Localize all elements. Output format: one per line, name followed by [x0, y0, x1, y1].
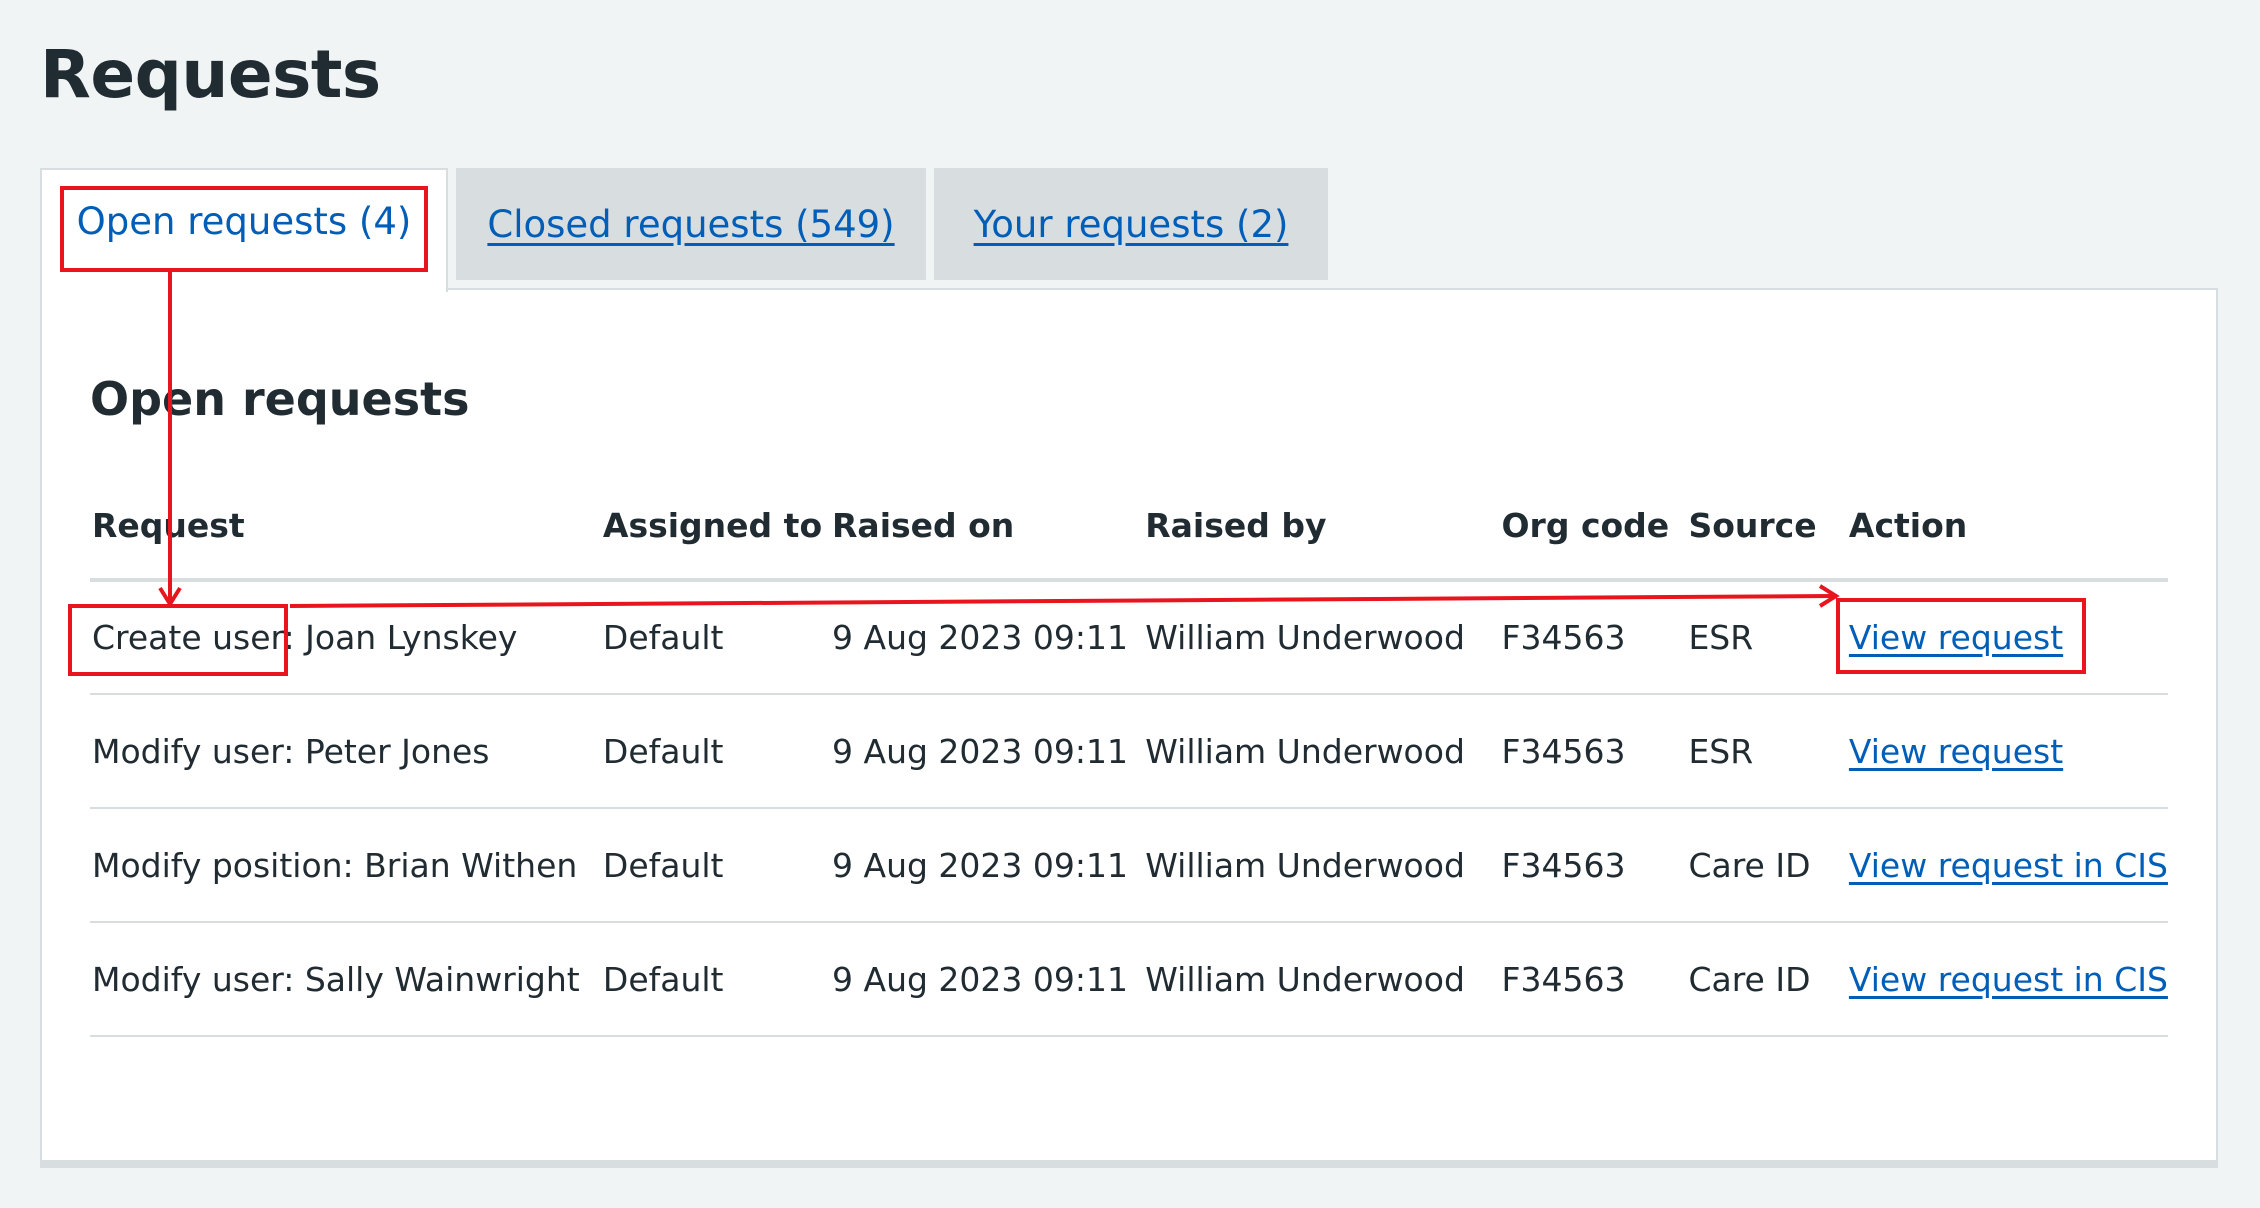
cell-request: Create user: Joan Lynskey	[90, 580, 601, 695]
column-header-request: Request	[90, 472, 601, 582]
view-request-in-cis-link[interactable]: View request in CIS	[1849, 960, 2168, 999]
table-row: Modify user: Sally Wainwright Default 9 …	[90, 922, 2168, 1037]
cell-org-code: F34563	[1499, 580, 1687, 695]
cell-action: View request	[1846, 580, 2168, 695]
tab-your-requests[interactable]: Your requests (2)	[934, 168, 1328, 280]
tab-open-requests[interactable]: Open requests (4)	[40, 168, 448, 292]
cell-source: Care ID	[1686, 922, 1847, 1037]
table-row: Create user: Joan Lynskey Default 9 Aug …	[90, 580, 2168, 695]
page: Requests Open requests (4) Closed reques…	[0, 0, 2260, 1208]
page-title: Requests	[40, 36, 381, 113]
cell-raised-on: 9 Aug 2023 09:11	[830, 580, 1144, 695]
column-header-raised-by: Raised by	[1143, 472, 1500, 582]
cell-assigned-to: Default	[600, 922, 831, 1037]
cell-raised-by: William Underwood	[1143, 808, 1500, 923]
cell-source: Care ID	[1686, 808, 1847, 923]
table-header-row: Request Assigned to Raised on Raised by …	[90, 472, 2168, 582]
cell-raised-by: William Underwood	[1143, 694, 1500, 809]
cell-org-code: F34563	[1499, 922, 1687, 1037]
cell-raised-by: William Underwood	[1143, 580, 1500, 695]
view-request-link[interactable]: View request	[1849, 618, 2063, 657]
column-header-action: Action	[1846, 472, 2168, 582]
requests-table: Request Assigned to Raised on Raised by …	[90, 472, 2168, 1037]
cell-request: Modify user: Sally Wainwright	[90, 922, 601, 1037]
cell-org-code: F34563	[1499, 694, 1687, 809]
cell-request: Modify position: Brian Withen	[90, 808, 601, 923]
table-row: Modify position: Brian Withen Default 9 …	[90, 808, 2168, 923]
column-header-org-code: Org code	[1499, 472, 1687, 582]
cell-assigned-to: Default	[600, 694, 831, 809]
column-header-assigned-to: Assigned to	[600, 472, 831, 582]
column-header-raised-on: Raised on	[830, 472, 1144, 582]
cell-raised-on: 9 Aug 2023 09:11	[830, 922, 1144, 1037]
cell-assigned-to: Default	[600, 580, 831, 695]
cell-request: Modify user: Peter Jones	[90, 694, 601, 809]
tab-closed-requests[interactable]: Closed requests (549)	[456, 168, 926, 280]
cell-action: View request	[1846, 694, 2168, 809]
view-request-in-cis-link[interactable]: View request in CIS	[1849, 846, 2168, 885]
panel-heading: Open requests	[90, 372, 470, 426]
cell-source: ESR	[1686, 580, 1847, 695]
cell-action: View request in CIS	[1846, 808, 2168, 923]
cell-action: View request in CIS	[1846, 922, 2168, 1037]
cell-source: ESR	[1686, 694, 1847, 809]
cell-raised-by: William Underwood	[1143, 922, 1500, 1037]
table-row: Modify user: Peter Jones Default 9 Aug 2…	[90, 694, 2168, 809]
column-header-source: Source	[1686, 472, 1847, 582]
cell-raised-on: 9 Aug 2023 09:11	[830, 694, 1144, 809]
cell-raised-on: 9 Aug 2023 09:11	[830, 808, 1144, 923]
view-request-link[interactable]: View request	[1849, 732, 2063, 771]
cell-assigned-to: Default	[600, 808, 831, 923]
cell-org-code: F34563	[1499, 808, 1687, 923]
